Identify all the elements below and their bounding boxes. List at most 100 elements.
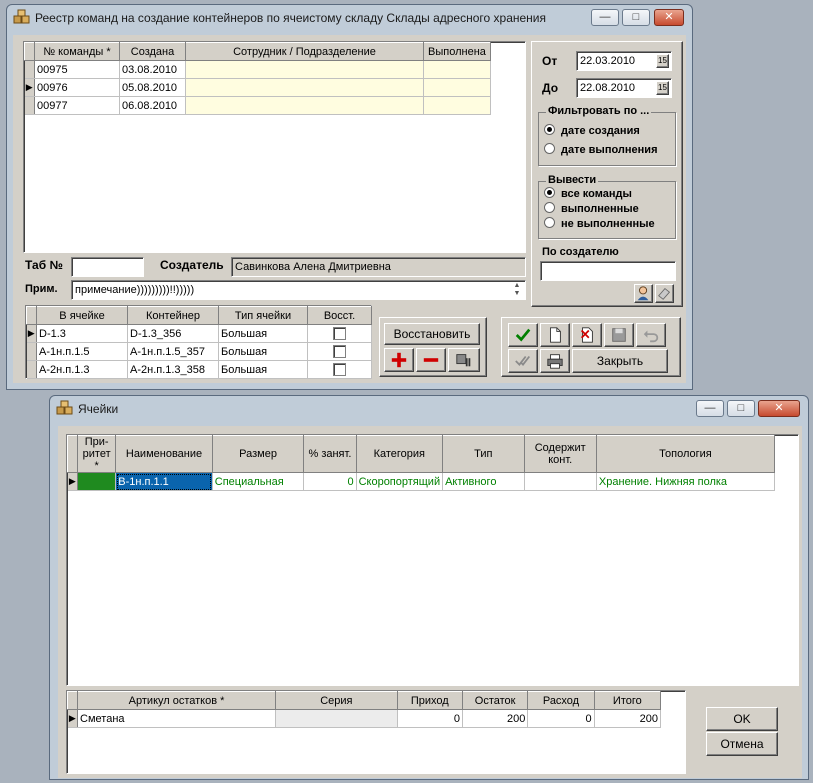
cells-titlebar[interactable]: Ячейки — □ ✕ <box>50 396 808 422</box>
col-completed[interactable]: Выполнена <box>423 42 491 61</box>
employee-cell[interactable] <box>185 60 424 79</box>
calendar-icon[interactable]: 15 <box>656 54 669 68</box>
completed-cell[interactable] <box>423 78 491 97</box>
remove-button[interactable] <box>416 348 446 372</box>
command-number-cell[interactable]: 00976 <box>34 78 120 97</box>
print-button[interactable] <box>540 349 570 373</box>
table-row[interactable]: 00975 03.08.2010 <box>24 60 491 79</box>
priority-cell[interactable] <box>77 472 117 491</box>
restore-checkbox[interactable] <box>333 327 346 340</box>
col-employee[interactable]: Сотрудник / Подразделение <box>185 42 424 61</box>
cells-list-button[interactable] <box>448 348 480 372</box>
col-cell-type[interactable]: Тип ячейки <box>218 306 308 325</box>
command-number-cell[interactable]: 00975 <box>34 60 120 79</box>
in-cell-cell[interactable]: A-2н.п.1.3 <box>36 360 128 379</box>
col-topology[interactable]: Топология <box>595 435 776 473</box>
maximize-button[interactable]: □ <box>622 9 650 26</box>
confirm-button[interactable] <box>508 323 538 347</box>
topology-cell[interactable]: Хранение. Нижняя полка <box>596 472 776 491</box>
tab-number-input[interactable] <box>71 257 144 277</box>
col-size[interactable]: Размер <box>211 435 305 473</box>
col-type[interactable]: Тип <box>442 435 525 473</box>
cancel-button[interactable]: Отмена <box>706 732 778 756</box>
col-busy-percent[interactable]: % занят. <box>303 435 357 473</box>
restore-checkbox[interactable] <box>333 363 346 376</box>
stock-grid[interactable]: Артикул остатков * Серия Приход Остаток … <box>66 690 686 774</box>
col-series[interactable]: Серия <box>275 691 398 710</box>
show-all-radio[interactable]: все команды <box>544 187 632 200</box>
created-cell[interactable]: 05.08.2010 <box>119 78 186 97</box>
table-row[interactable]: A-2н.п.1.3 A-2н.п.1.3_358 Большая <box>26 360 372 379</box>
table-row[interactable]: ▶ D-1.3 D-1.3_356 Большая <box>26 324 372 343</box>
article-cell[interactable]: Сметана <box>77 709 277 728</box>
col-balance[interactable]: Остаток <box>461 691 529 710</box>
total-cell[interactable]: 200 <box>594 709 662 728</box>
show-not-completed-radio[interactable]: не выполненные <box>544 217 655 230</box>
confirm-all-button[interactable] <box>508 349 538 373</box>
col-name[interactable]: Наименование <box>115 435 213 473</box>
calendar-icon[interactable]: 15 <box>656 81 669 95</box>
income-cell[interactable]: 0 <box>397 709 463 728</box>
add-button[interactable] <box>384 348 414 372</box>
employee-cell[interactable] <box>185 96 424 115</box>
col-contains-container[interactable]: Содержит конт. <box>523 435 597 473</box>
col-restore[interactable]: Восст. <box>307 306 372 325</box>
table-row[interactable]: ▶ B-1н.п.1.1 Специальная 0 Скоропортящий… <box>67 472 776 491</box>
ok-button[interactable]: OK <box>706 707 778 731</box>
col-created[interactable]: Создана <box>119 42 186 61</box>
filter-completed-radio[interactable]: дате выполнения <box>544 143 657 156</box>
new-document-button[interactable] <box>540 323 570 347</box>
delete-document-button[interactable] <box>572 323 602 347</box>
close-button[interactable]: ✕ <box>758 400 800 417</box>
container-cell[interactable]: A-2н.п.1.3_358 <box>127 360 219 379</box>
size-cell[interactable]: Специальная <box>212 472 305 491</box>
col-in-cell[interactable]: В ячейке <box>36 306 128 325</box>
table-row[interactable]: 00977 06.08.2010 <box>24 96 491 115</box>
col-command-number[interactable]: № команды * <box>34 42 120 61</box>
category-cell[interactable]: Скоропортящий <box>356 472 444 491</box>
col-article[interactable]: Артикул остатков * <box>77 691 277 710</box>
in-cell-cell[interactable]: A-1н.п.1.5 <box>36 342 128 361</box>
cell-type-cell[interactable]: Большая <box>218 342 308 361</box>
save-button[interactable] <box>604 323 634 347</box>
type-cell[interactable]: Активного <box>442 472 525 491</box>
completed-cell[interactable] <box>423 60 491 79</box>
close-registry-button[interactable]: Закрыть <box>572 349 668 373</box>
cells-grid[interactable]: В ячейке Контейнер Тип ячейки Восст. ▶ D… <box>25 305 372 379</box>
contains-container-cell[interactable] <box>524 472 597 491</box>
created-cell[interactable]: 03.08.2010 <box>119 60 186 79</box>
col-expense[interactable]: Расход <box>527 691 595 710</box>
container-cell[interactable]: D-1.3_356 <box>127 324 219 343</box>
commands-grid[interactable]: № команды * Создана Сотрудник / Подразде… <box>23 41 526 253</box>
command-number-cell[interactable]: 00977 <box>34 96 120 115</box>
col-container[interactable]: Контейнер <box>127 306 219 325</box>
container-cell[interactable]: A-1н.п.1.5_357 <box>127 342 219 361</box>
eraser-icon[interactable] <box>655 284 674 303</box>
employee-cell[interactable] <box>185 78 424 97</box>
user-search-icon[interactable] <box>634 284 653 303</box>
in-cell-cell[interactable]: D-1.3 <box>36 324 128 343</box>
name-cell[interactable]: B-1н.п.1.1 <box>115 472 213 491</box>
filter-created-radio[interactable]: дате создания <box>544 124 640 137</box>
registry-titlebar[interactable]: Реестр команд на создание контейнеров по… <box>7 5 692 31</box>
table-row[interactable]: ▶ Сметана 0 200 0 200 <box>67 709 662 728</box>
note-scrollbar[interactable]: ▲ ▼ <box>510 282 524 298</box>
balance-cell[interactable]: 200 <box>462 709 529 728</box>
cell-type-cell[interactable]: Большая <box>218 324 308 343</box>
table-row[interactable]: ▶ 00976 05.08.2010 <box>24 78 491 97</box>
maximize-button[interactable]: □ <box>727 400 755 417</box>
show-completed-radio[interactable]: выполненные <box>544 202 639 215</box>
creator-field[interactable]: Савинкова Алена Дмитриевна <box>231 257 526 277</box>
created-cell[interactable]: 06.08.2010 <box>119 96 186 115</box>
expense-cell[interactable]: 0 <box>527 709 595 728</box>
completed-cell[interactable] <box>423 96 491 115</box>
table-row[interactable]: A-1н.п.1.5 A-1н.п.1.5_357 Большая <box>26 342 372 361</box>
minimize-button[interactable]: — <box>591 9 619 26</box>
close-button[interactable]: ✕ <box>654 9 684 26</box>
series-cell[interactable] <box>275 709 398 728</box>
minimize-button[interactable]: — <box>696 400 724 417</box>
col-category[interactable]: Категория <box>355 435 444 473</box>
cells-main-grid[interactable]: При- ритет * Наименование Размер % занят… <box>66 434 799 686</box>
cell-type-cell[interactable]: Большая <box>218 360 308 379</box>
undo-button[interactable] <box>636 323 666 347</box>
